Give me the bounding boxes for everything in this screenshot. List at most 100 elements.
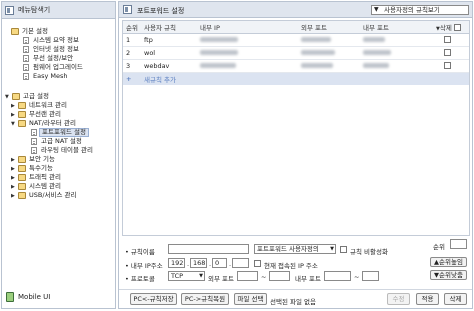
tree-item-system-management[interactable]: ▶ 시스템 관리 (2, 182, 115, 191)
mobile-ui-link[interactable]: Mobile UI (6, 292, 50, 302)
row-rule-name: wol (141, 46, 197, 60)
bottom-action-bar: PC<-규칙저장 PC->규칙복원 파일 선택 선택된 파일 없음 수정 적용 … (119, 289, 472, 307)
expand-toggle-icon[interactable]: ▶ (11, 158, 15, 163)
expand-toggle-icon[interactable]: ▶ (11, 185, 15, 190)
tree-item-routing-table[interactable]: 라우팅 테이블 관리 (2, 146, 115, 155)
expand-toggle-icon[interactable]: ▶ (11, 176, 15, 181)
row-delete-checkbox[interactable] (444, 36, 451, 43)
row-internal-ip-redacted (197, 46, 298, 60)
dropdown-arrow-icon: ▼ (330, 246, 334, 252)
expand-toggle-icon[interactable]: ▶ (11, 167, 15, 172)
row-rank: 1 (123, 33, 141, 47)
ip-octet-2[interactable]: 168 (190, 258, 207, 268)
folder-icon (18, 174, 26, 181)
tree-item-advanced-settings[interactable]: ▼ 고급 설정 (2, 92, 115, 101)
disable-rule-checkbox[interactable] (340, 246, 347, 253)
folder-icon (18, 165, 26, 172)
expand-toggle-icon[interactable]: ▶ (11, 113, 15, 118)
collapse-toggle-icon[interactable]: ▼ (5, 95, 9, 100)
internal-port-end-input[interactable] (362, 271, 379, 281)
rank-input[interactable] (450, 239, 467, 249)
tree-item-security[interactable]: ▶ 보안 기능 (2, 155, 115, 164)
tree-item-easy-mesh[interactable]: Easy Mesh (2, 72, 115, 81)
rule-name-input[interactable] (168, 244, 249, 254)
row-rank: 2 (123, 46, 141, 60)
document-icon (23, 64, 29, 71)
external-port-end-input[interactable] (269, 271, 290, 281)
internal-port-label: 내부 포트 (295, 275, 321, 283)
expand-toggle-icon[interactable]: ▶ (11, 194, 15, 199)
table-header-row: 순위 사용자 규칙 내부 IP 외부 포트 내부 포트 ▼삭제 (123, 21, 469, 34)
col-delete: ▼삭제 (433, 21, 469, 34)
pc-restore-rules-button[interactable]: PC->규칙복원 (181, 293, 229, 305)
rules-table: 순위 사용자 규칙 내부 IP 외부 포트 내부 포트 ▼삭제 1 ftp 2 … (122, 20, 470, 236)
collapse-toggle-icon[interactable]: ▼ (11, 122, 15, 127)
tree-item-firmware-upgrade[interactable]: 펌웨어 업그레이드 (2, 63, 115, 72)
panel-icon (123, 5, 132, 14)
protocol-label: • 프로토콜 (125, 275, 155, 283)
document-icon (31, 138, 37, 145)
tree-item-system-summary[interactable]: 시스템 요약 정보 (2, 36, 115, 45)
tree-item-advanced-nat[interactable]: 고급 NAT 설정 (2, 137, 115, 146)
row-internal-port-redacted (360, 46, 433, 60)
tree-item-usb-service[interactable]: ▶ USB/서비스 관리 (2, 191, 115, 200)
delete-button[interactable]: 삭제 (444, 293, 467, 305)
tree-item-port-forward[interactable]: 포트포워드 설정 (2, 128, 115, 137)
rule-view-select[interactable]: ▼ 사용자정의 규칙보기 (371, 5, 469, 15)
folder-icon (18, 192, 26, 199)
add-rule-icon: + (123, 72, 141, 85)
tree-item-basic-settings[interactable]: 기본 설정 (2, 27, 115, 36)
table-row[interactable]: 1 ftp (123, 33, 469, 47)
current-ip-checkbox[interactable] (254, 260, 261, 267)
no-file-label: 선택된 파일 없음 (270, 298, 316, 306)
internal-ip-row: • 내부 IP주소 192 . 168 . 0 . 현재 접속된 IP 주소 ▲… (122, 257, 470, 270)
expand-toggle-icon[interactable]: ▶ (11, 104, 15, 109)
row-delete-checkbox[interactable] (444, 62, 451, 69)
document-icon (23, 55, 29, 62)
ip-octet-3[interactable]: 0 (212, 258, 227, 268)
external-port-label: 외부 포트 (208, 275, 234, 283)
add-new-rule-row[interactable]: + 새규칙 추가 (123, 72, 469, 85)
document-icon (23, 46, 29, 53)
disable-rule-label: 규칙 비활성화 (350, 248, 388, 256)
mobile-icon (6, 292, 14, 302)
internal-port-start-input[interactable] (324, 271, 351, 281)
menu-explorer-title: 메뉴탐색기 (18, 6, 51, 14)
ip-octet-1[interactable]: 192 (168, 258, 185, 268)
select-all-checkbox[interactable] (453, 24, 461, 32)
table-row[interactable]: 3 webdav (123, 59, 469, 73)
port-forward-header: 포트포워드 설정 ▼ 사용자정의 규칙보기 (119, 2, 472, 18)
row-rank: 3 (123, 59, 141, 73)
modify-button[interactable]: 수정 (387, 293, 410, 305)
tree-item-network-management[interactable]: ▶ 네트워크 관리 (2, 101, 115, 110)
tree-item-traffic-management[interactable]: ▶ 트래픽 관리 (2, 173, 115, 182)
tree-item-wireless-security[interactable]: 무선 설정/보안 (2, 54, 115, 63)
folder-open-icon (18, 120, 26, 127)
table-row[interactable]: 2 wol (123, 46, 469, 60)
col-rank: 순위 (123, 21, 141, 34)
basic-settings-tree: 기본 설정 시스템 요약 정보 인터넷 설정 정보 무선 설정/보안 펌웨어 업… (2, 27, 115, 81)
preset-select[interactable]: 포트포워드 사용자정의 ▼ (254, 244, 336, 254)
ip-octet-4[interactable] (232, 258, 249, 268)
dropdown-arrow-icon: ▼ (199, 273, 203, 279)
external-port-start-input[interactable] (237, 271, 258, 281)
tree-item-wireless-management[interactable]: ▶ 무선랜 관리 (2, 110, 115, 119)
row-external-port-redacted (298, 33, 360, 47)
protocol-select[interactable]: TCP ▼ (168, 271, 205, 281)
current-ip-label: 현재 접속된 IP 주소 (264, 262, 318, 270)
rank-down-button[interactable]: ▼순위낮춤 (430, 270, 467, 280)
row-delete-checkbox[interactable] (444, 49, 451, 56)
file-select-button[interactable]: 파일 선택 (234, 293, 267, 305)
tree-item-internet-settings[interactable]: 인터넷 설정 정보 (2, 45, 115, 54)
folder-open-icon (11, 28, 19, 35)
router-admin-window: 메뉴탐색기 기본 설정 시스템 요약 정보 인터넷 설정 정보 무선 설정/보안 (0, 0, 474, 311)
row-internal-ip-redacted (197, 33, 298, 47)
advanced-settings-tree: ▼ 고급 설정 ▶ 네트워크 관리 ▶ 무선랜 관리 ▼ NAT/라우터 관리 (2, 92, 115, 200)
tree-item-special-features[interactable]: ▶ 특수기능 (2, 164, 115, 173)
protocol-row: • 프로토콜 TCP ▼ 외부 포트 ~ 내부 포트 ~ ▼순위낮춤 (122, 270, 470, 283)
tree-item-nat-router-management[interactable]: ▼ NAT/라우터 관리 (2, 119, 115, 128)
rank-up-button[interactable]: ▲순위높임 (430, 257, 467, 267)
apply-button[interactable]: 적용 (416, 293, 439, 305)
mobile-ui-label: Mobile UI (18, 293, 51, 301)
pc-save-rules-button[interactable]: PC<-규칙저장 (130, 293, 177, 305)
